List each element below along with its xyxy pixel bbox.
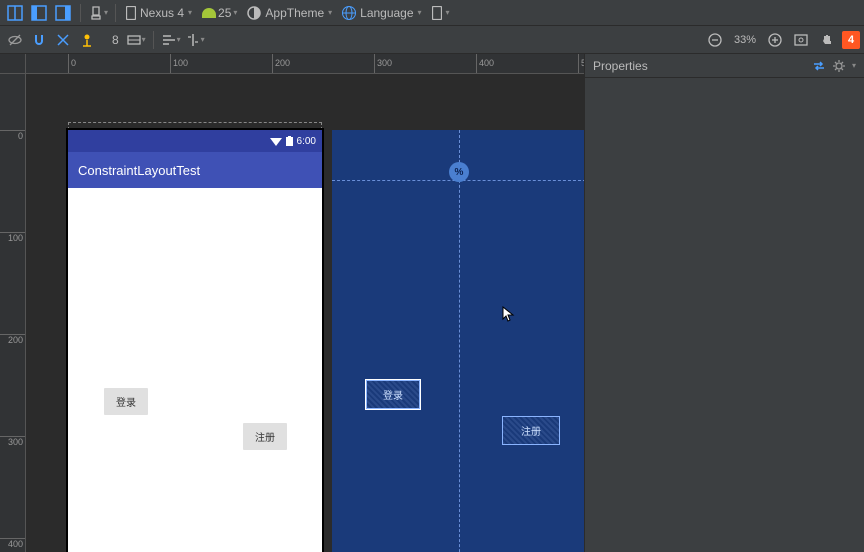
theme-icon (247, 6, 261, 20)
blueprint-view[interactable]: % 登录 注册 (332, 130, 584, 552)
ruler-tick: 0 (0, 130, 25, 141)
bp-login-button[interactable]: 登录 (366, 380, 420, 409)
ruler-tick: 300 (0, 436, 25, 447)
chevron-down-icon: ▾ (418, 8, 422, 17)
warnings-badge[interactable]: 4 (842, 31, 860, 49)
separator (80, 4, 81, 22)
canvas[interactable]: 6:00 ConstraintLayoutTest 登录 注册 (26, 74, 584, 552)
view-mode-split-icon[interactable] (4, 2, 26, 24)
infer-constraints-icon[interactable] (76, 29, 98, 51)
ruler-vertical: 0 100 200 300 400 (0, 74, 26, 552)
globe-icon (342, 6, 356, 20)
language-picker[interactable]: Language ▾ (338, 6, 425, 20)
gear-icon[interactable] (832, 59, 846, 73)
clear-constraints-icon[interactable] (52, 29, 74, 51)
ruler-tick: 200 (0, 334, 25, 345)
align-icon[interactable]: ▾ (160, 29, 182, 51)
phone-icon (432, 6, 442, 20)
margin-picker-icon[interactable]: ▾ (125, 29, 147, 51)
bp-register-button[interactable]: 注册 (502, 416, 560, 445)
phone-icon (126, 6, 136, 20)
blueprint-guideline-v[interactable] (459, 130, 460, 552)
zoom-label: 33% (730, 34, 760, 46)
theme-label: AppTheme (265, 6, 324, 20)
percent-symbol: % (455, 167, 464, 178)
pan-icon[interactable] (816, 29, 838, 51)
status-bar: 6:00 (68, 130, 322, 152)
chevron-down-icon: ▾ (233, 8, 237, 17)
separator (153, 31, 154, 49)
guidelines-icon[interactable]: ▾ (184, 29, 206, 51)
ruler-tick: 200 (272, 54, 290, 73)
wifi-icon (270, 136, 282, 146)
orientation-icon[interactable]: ▾ (87, 2, 109, 24)
second-toolbar: 8 ▾ ▾ ▾ 33% 4 (0, 26, 864, 54)
margin-number: 8 (108, 33, 123, 47)
battery-icon (286, 136, 293, 146)
app-bar: ConstraintLayoutTest (68, 152, 322, 188)
ruler-tick: 300 (374, 54, 392, 73)
view-mode-blueprint-icon[interactable] (52, 2, 74, 24)
api-label: 25 (218, 6, 231, 20)
percent-badge[interactable]: % (449, 162, 469, 182)
ruler-tick: 100 (170, 54, 188, 73)
chevron-down-icon: ▾ (188, 8, 192, 17)
status-time: 6:00 (297, 136, 316, 147)
ruler-horizontal: 0 100 200 300 400 500 (26, 54, 584, 74)
properties-header: Properties ▾ (585, 54, 864, 78)
ruler-tick: 0 (68, 54, 76, 73)
ruler-tick: 400 (476, 54, 494, 73)
api-picker[interactable]: 25 ▾ (198, 6, 241, 20)
language-label: Language (360, 6, 413, 20)
warn-count: 4 (848, 34, 854, 46)
android-icon (202, 8, 216, 18)
chevron-down-icon[interactable]: ▾ (852, 61, 856, 70)
device-preview[interactable]: 6:00 ConstraintLayoutTest 登录 注册 (68, 130, 322, 552)
chevron-down-icon: ▾ (328, 8, 332, 17)
ruler-corner (0, 54, 26, 74)
device-label: Nexus 4 (140, 6, 184, 20)
login-button[interactable]: 登录 (104, 388, 148, 415)
view-mode-design-icon[interactable] (28, 2, 50, 24)
device-picker[interactable]: Nexus 4 ▾ (122, 6, 196, 20)
top-toolbar: ▾ Nexus 4 ▾ 25 ▾ AppTheme ▾ Language ▾ ▾ (0, 0, 864, 26)
eye-off-icon[interactable] (4, 29, 26, 51)
zoom-in-icon[interactable] (764, 29, 786, 51)
separator (115, 4, 116, 22)
variant-picker[interactable]: ▾ (428, 6, 454, 20)
main-area: 0 100 200 300 400 500 0 100 200 300 400 … (0, 54, 864, 552)
chevron-down-icon: ▾ (446, 8, 450, 17)
design-surface[interactable]: 0 100 200 300 400 500 0 100 200 300 400 … (0, 54, 584, 552)
zoom-out-icon[interactable] (704, 29, 726, 51)
app-title: ConstraintLayoutTest (78, 163, 200, 178)
register-button[interactable]: 注册 (243, 423, 287, 450)
ruler-tick: 500 (578, 54, 584, 73)
theme-picker[interactable]: AppTheme ▾ (243, 6, 336, 20)
zoom-fit-icon[interactable] (790, 29, 812, 51)
ruler-tick: 100 (0, 232, 25, 243)
swap-icon[interactable] (812, 59, 826, 73)
device-body[interactable]: 登录 注册 (68, 188, 322, 552)
properties-title: Properties (593, 59, 648, 73)
ruler-tick: 400 (0, 538, 25, 549)
properties-panel: Properties ▾ (584, 54, 864, 552)
magnet-icon[interactable] (28, 29, 50, 51)
